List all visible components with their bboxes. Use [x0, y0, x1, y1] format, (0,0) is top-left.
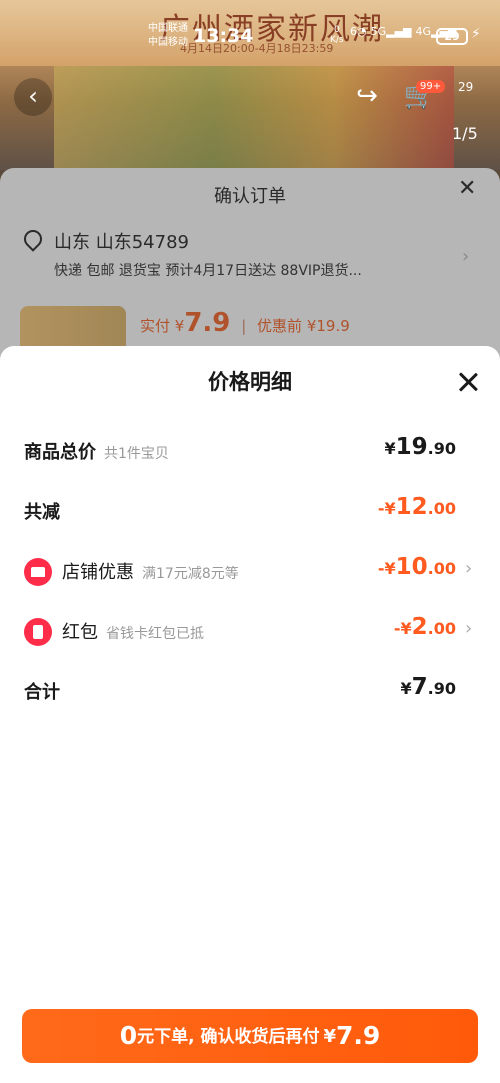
back-button[interactable]: ‹ — [14, 78, 52, 116]
row-goods-total: 商品总价 共1件宝贝 ¥19.90 — [24, 434, 457, 463]
order-price-summary: 实付 ¥7.9 | 优惠前 ¥19.9 — [140, 308, 350, 338]
order-close-button[interactable]: ✕ — [458, 176, 476, 201]
battery-icon: 29 — [436, 28, 468, 45]
shipping-address[interactable]: 山东 山东54789 — [54, 228, 189, 254]
shop-icon — [24, 558, 52, 586]
confirm-order-button[interactable]: 0元下单, 确认收货后再付 ¥7.9 — [22, 1009, 478, 1063]
order-sheet-title: 确认订单 — [214, 186, 286, 207]
close-button[interactable] — [456, 370, 480, 394]
chevron-right-icon: › — [465, 558, 473, 579]
net-speed: 0 K/s — [330, 25, 344, 45]
photo-index: 1/5 — [452, 124, 478, 143]
row-red-packet[interactable]: 红包 省钱卡红包已抵 -¥2.00 › — [0, 610, 500, 650]
charging-icon: ⚡ — [471, 26, 481, 42]
chevron-left-icon: ‹ — [28, 82, 38, 110]
location-icon — [20, 226, 46, 252]
share-button[interactable]: ↪ — [348, 78, 386, 116]
clock: 13:34 — [193, 25, 254, 47]
product-image — [54, 66, 454, 170]
wifi-icon: 6◔ — [350, 25, 367, 38]
goods-total-amount: ¥19.90 — [384, 434, 457, 460]
carrier-names: 中国联通 中国移动 — [148, 23, 188, 48]
shop-discount-amount: -¥10.00 — [377, 554, 456, 580]
price-detail-title: 价格明细 — [208, 370, 292, 394]
chevron-right-icon[interactable]: › — [462, 246, 469, 267]
cart-badge: 99+ — [416, 80, 446, 93]
row-shop-discount[interactable]: 店铺优惠 满17元减8元等 -¥10.00 › — [0, 550, 500, 590]
red-packet-icon — [24, 618, 52, 646]
red-packet-amount: -¥2.00 — [393, 614, 456, 640]
row-sum-total: 合计 ¥7.90 — [24, 674, 457, 703]
confirm-order-sheet: 确认订单 ✕ 山东 山东54789 快递 包邮 退货宝 预计4月17日送达 88… — [0, 168, 500, 368]
close-icon: ✕ — [458, 176, 477, 201]
more-count: 29 — [458, 80, 474, 94]
price-detail-sheet: 价格明细 商品总价 共1件宝贝 ¥19.90 共减 -¥12.00 店铺优惠 满17… — [0, 346, 500, 1083]
shipping-info[interactable]: 快递 包邮 退货宝 预计4月17日送达 88VIP退货... — [54, 260, 434, 280]
signal-5g-icon: 5G▂▄▆ — [370, 25, 412, 38]
share-icon: ↪ — [356, 81, 378, 111]
sum-total-amount: ¥7.90 — [400, 674, 457, 700]
status-bar: 中国联通 中国移动 13:34 0 K/s 6◔ 5G▂▄▆ 4G▂▄▆ 29 … — [0, 20, 500, 56]
chevron-right-icon: › — [465, 618, 473, 639]
total-discount-amount: -¥12.00 — [377, 494, 456, 520]
row-total-discount: 共减 -¥12.00 — [24, 494, 456, 523]
